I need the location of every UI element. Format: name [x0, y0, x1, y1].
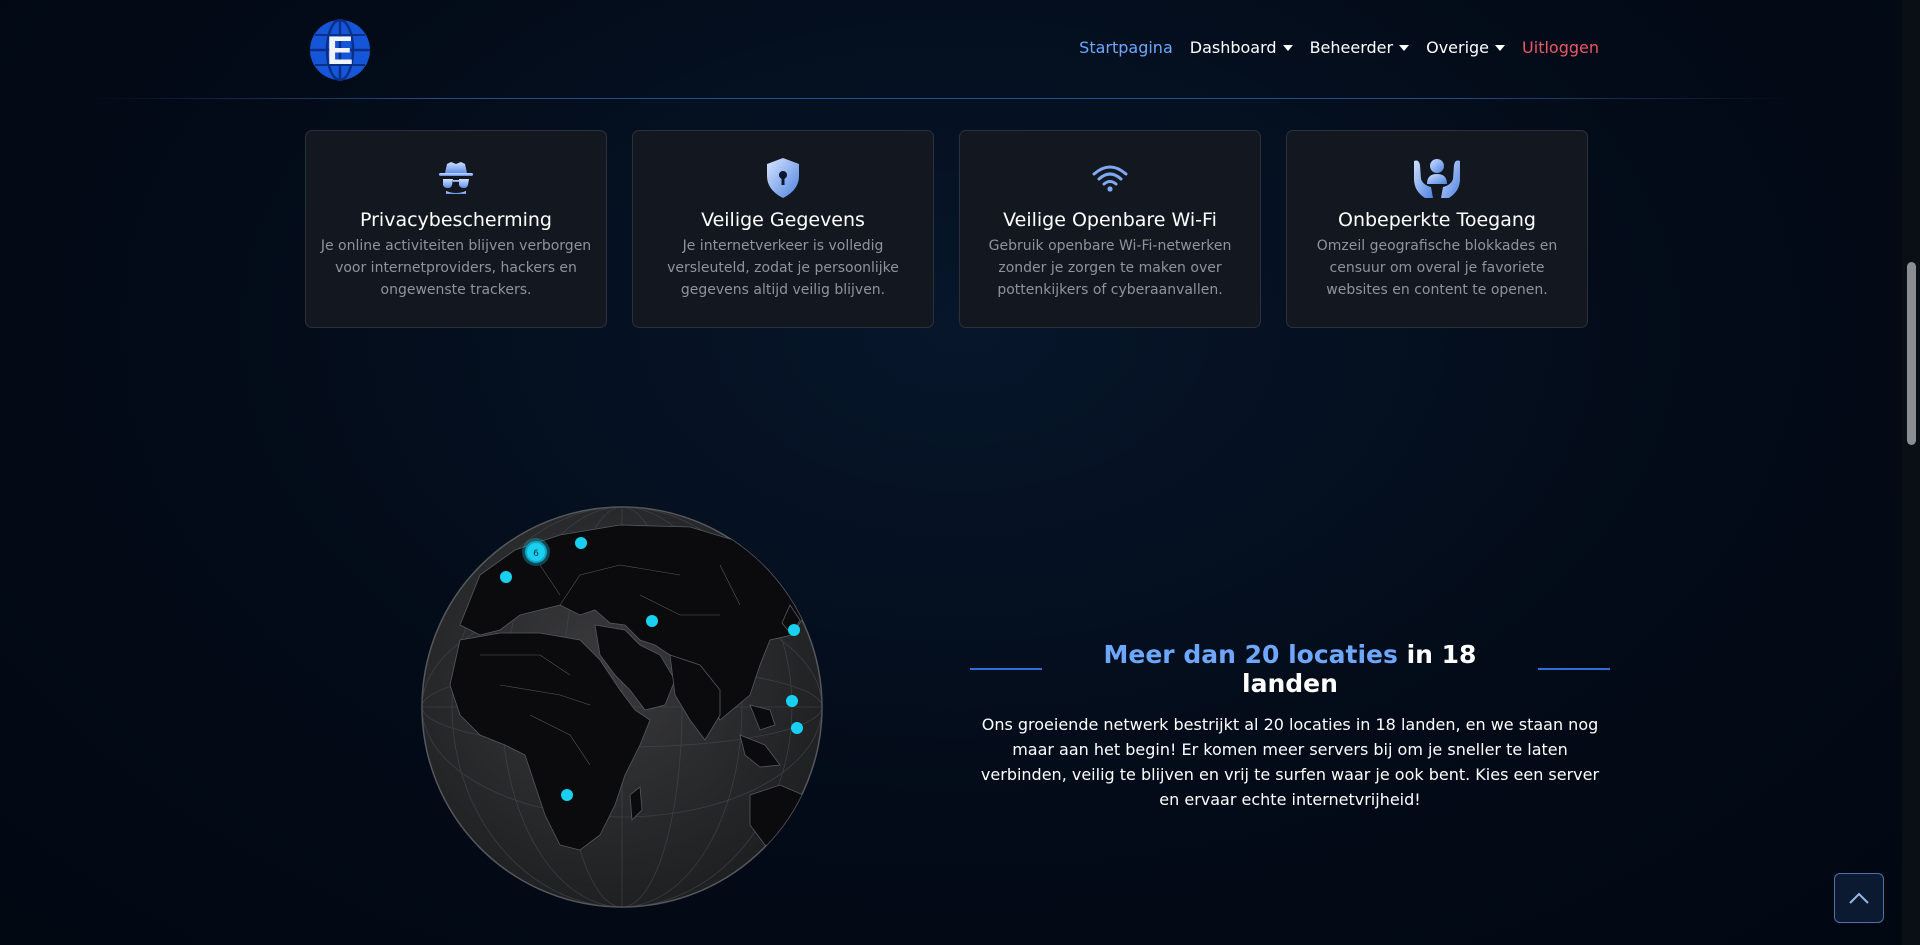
server-marker[interactable]	[788, 624, 800, 636]
nav-item-beheerder[interactable]: Beheerder	[1310, 38, 1410, 57]
nav-label: Overige	[1426, 38, 1490, 57]
feature-title: Veilige Gegevens	[701, 209, 865, 231]
server-marker[interactable]	[500, 571, 512, 583]
logo[interactable]: E	[309, 19, 371, 81]
server-marker[interactable]	[646, 615, 658, 627]
feature-title: Onbeperkte Toegang	[1338, 209, 1536, 231]
feature-title: Veilige Openbare Wi-Fi	[1003, 209, 1217, 231]
heading-line-left	[970, 668, 1043, 670]
back-to-top-button[interactable]	[1834, 873, 1884, 923]
locations-heading-row: Meer dan 20 locaties in 18 landen	[970, 640, 1610, 698]
server-marker[interactable]	[791, 722, 803, 734]
feature-card: Veilige Openbare Wi-Fi Gebruik openbare …	[959, 130, 1261, 328]
nav-divider	[90, 98, 1790, 99]
feature-card: Onbeperkte Toegang Omzeil geografische b…	[1286, 130, 1588, 328]
feature-text: Gebruik openbare Wi-Fi-netwerken zonder …	[988, 238, 1232, 298]
server-globe[interactable]: 6	[420, 505, 824, 909]
main-nav: Startpagina Dashboard Beheerder Overige …	[1079, 38, 1599, 57]
locations-text: Ons groeiende netwerk bestrijkt al 20 lo…	[980, 715, 1600, 809]
server-marker[interactable]	[561, 789, 573, 801]
feature-text: Je internetverkeer is volledig versleute…	[667, 238, 899, 298]
locations-heading-highlight: Meer dan 20 locaties	[1103, 640, 1398, 669]
feature-title: Privacybescherming	[360, 209, 552, 231]
incognito-icon	[306, 157, 606, 199]
feature-cards: Privacybescherming Je online activiteite…	[305, 130, 1588, 328]
caret-down-icon	[1282, 44, 1293, 51]
nav-label: Uitloggen	[1522, 38, 1599, 57]
nav-item-uitloggen[interactable]: Uitloggen	[1522, 38, 1599, 57]
hands-person-icon	[1287, 157, 1587, 199]
logo-letter: E	[327, 29, 354, 73]
wifi-icon	[960, 157, 1260, 199]
caret-down-icon	[1495, 44, 1506, 51]
feature-text: Omzeil geografische blokkades en censuur…	[1316, 238, 1558, 298]
scrollbar[interactable]	[1902, 0, 1920, 945]
nav-item-dashboard[interactable]: Dashboard	[1190, 38, 1293, 57]
feature-card: Privacybescherming Je online activiteite…	[305, 130, 607, 328]
locations-section: Meer dan 20 locaties in 18 landen Ons gr…	[970, 640, 1610, 812]
cluster-count: 6	[533, 549, 539, 559]
nav-label: Startpagina	[1079, 38, 1173, 57]
server-marker[interactable]	[786, 695, 798, 707]
chevron-up-icon	[1849, 892, 1869, 904]
nav-item-overige[interactable]: Overige	[1426, 38, 1506, 57]
nav-item-startpagina[interactable]: Startpagina	[1079, 38, 1173, 57]
heading-line-right	[1537, 668, 1610, 670]
feature-card: Veilige Gegevens Je internetverkeer is v…	[632, 130, 934, 328]
nav-label: Beheerder	[1309, 38, 1394, 57]
locations-heading: Meer dan 20 locaties in 18 landen	[1062, 640, 1517, 698]
page: E Startpagina Dashboard Beheerder Overig…	[0, 0, 1902, 945]
server-marker[interactable]	[575, 537, 587, 549]
scrollbar-thumb[interactable]	[1907, 262, 1916, 445]
nav-label: Dashboard	[1189, 38, 1277, 57]
feature-text: Je online activiteiten blijven verborgen…	[320, 238, 592, 298]
caret-down-icon	[1399, 44, 1410, 51]
shield-lock-icon	[633, 157, 933, 199]
